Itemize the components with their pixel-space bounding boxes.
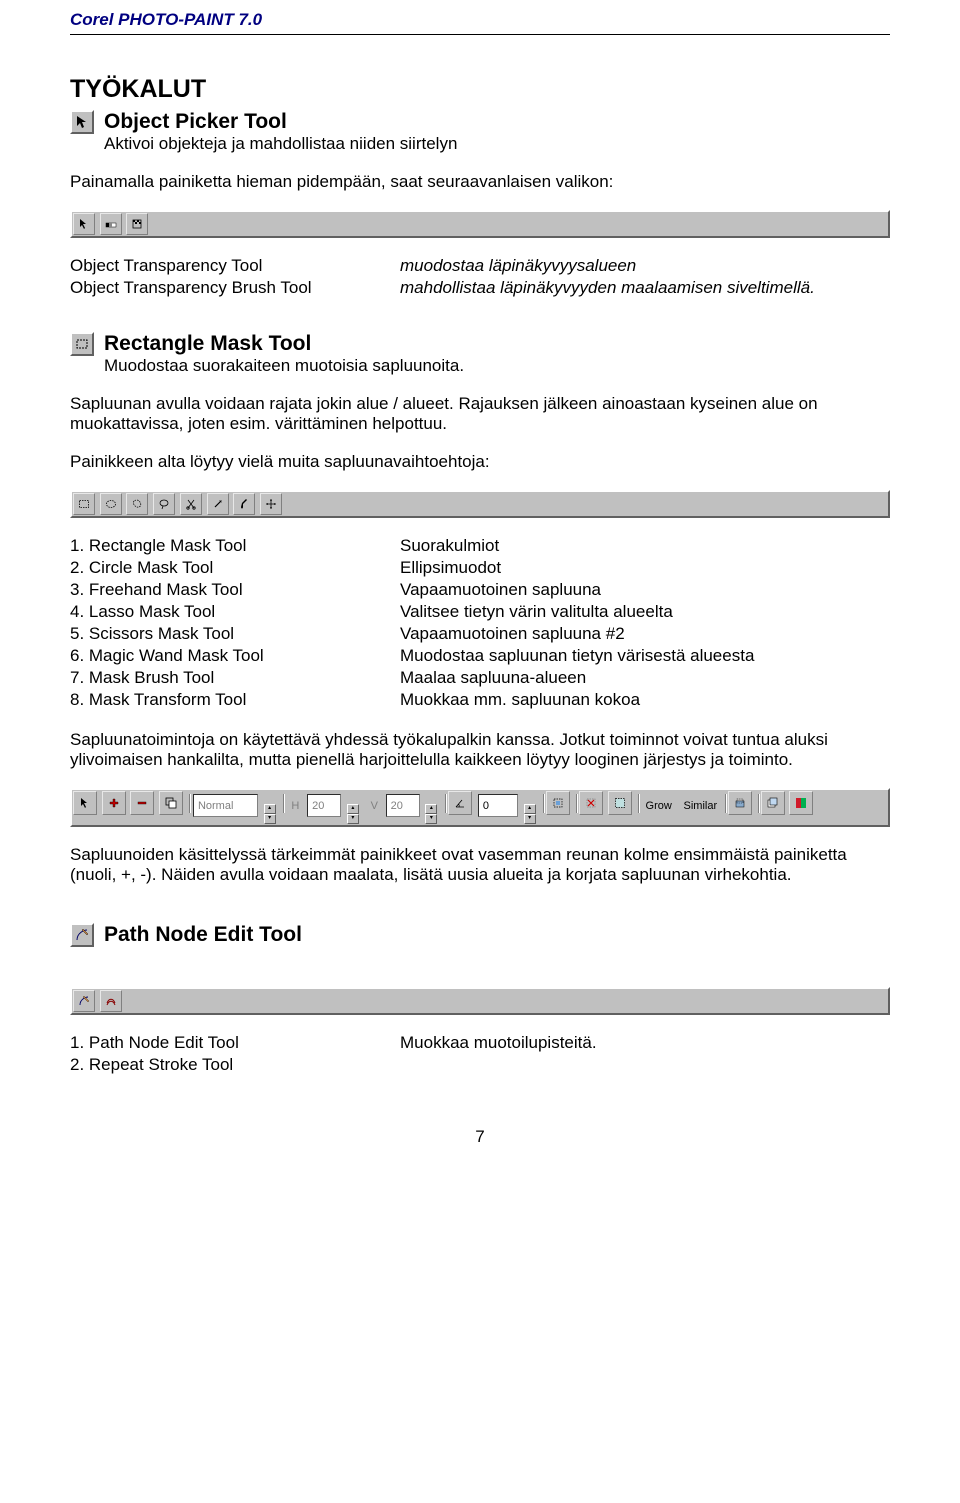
float-mask-icon[interactable]	[728, 791, 752, 815]
table-row: Object Transparency Brush Tool mahdollis…	[70, 278, 890, 300]
mode-combo[interactable]: Normal	[193, 794, 258, 817]
list-item: 8. Mask Transform ToolMuokkaa mm. sapluu…	[70, 690, 890, 712]
transparency-icon	[100, 213, 122, 235]
row-right: mahdollistaa läpinäkyvyyden maalaamisen …	[400, 278, 890, 300]
h-label: H	[286, 797, 301, 812]
object-picker-icon	[70, 110, 94, 134]
spinner-icon[interactable]: ▴▾	[524, 804, 536, 824]
mask-transform-icon	[260, 493, 282, 515]
spinner-icon[interactable]: ▴▾	[347, 804, 359, 824]
repeat-stroke-icon	[100, 990, 122, 1012]
rectangle-mask-icon	[70, 332, 94, 356]
object-picker-title: Object Picker Tool	[104, 110, 457, 134]
freehand-mask-icon	[126, 493, 148, 515]
mode-arrow-icon[interactable]	[73, 791, 97, 815]
sapluuna-paragraph-1: Sapluunan avulla voidaan rajata jokin al…	[70, 394, 890, 434]
row-right: muodostaa läpinäkyvyysalueen	[400, 256, 890, 278]
grow-button[interactable]: Grow	[641, 797, 674, 812]
path-tools-list: 1. Path Node Edit ToolMuokkaa muotoilupi…	[70, 1033, 890, 1077]
sapluuna-paragraph-3: Sapluunatoimintoja on käytettävä yhdessä…	[70, 730, 890, 770]
path-node-title: Path Node Edit Tool	[104, 923, 302, 947]
feather-icon[interactable]	[546, 791, 570, 815]
circle-mask-icon	[100, 493, 122, 515]
mask-all-icon[interactable]	[608, 791, 632, 815]
path-tools-flyout	[70, 987, 890, 1015]
h-value[interactable]: 20	[307, 794, 341, 817]
mask-property-bar: Normal ▴▾ H 20 ▴▾ V 20 ▴▾ 0 ▴▾ Grow Simi…	[70, 788, 890, 827]
list-item: 6. Magic Wand Mask ToolMuodostaa sapluun…	[70, 646, 890, 668]
page-number: 7	[70, 1127, 890, 1147]
press-longer-text: Painamalla painiketta hieman pidempään, …	[70, 172, 890, 192]
angle-icon	[448, 791, 472, 815]
mask-tools-flyout	[70, 490, 890, 518]
list-item: 2. Repeat Stroke Tool	[70, 1055, 890, 1077]
list-item: 7. Mask Brush ToolMaalaa sapluuna-alueen	[70, 668, 890, 690]
list-item: 4. Lasso Mask ToolValitsee tietyn värin …	[70, 602, 890, 624]
transparency-table: Object Transparency Tool muodostaa läpin…	[70, 256, 890, 300]
sapluuna-paragraph-2: Painikkeen alta löytyy vielä muita saplu…	[70, 452, 890, 472]
rectangle-mask-title: Rectangle Mask Tool	[104, 332, 464, 356]
v-value[interactable]: 20	[386, 794, 420, 817]
list-item: 5. Scissors Mask ToolVapaamuotoinen sapl…	[70, 624, 890, 646]
rect-mask-icon	[73, 493, 95, 515]
row-left: Object Transparency Tool	[70, 256, 400, 278]
similar-button[interactable]: Similar	[679, 797, 720, 812]
rectangle-mask-desc: Muodostaa suorakaiteen muotoisia sapluun…	[104, 356, 464, 376]
list-item: 3. Freehand Mask ToolVapaamuotoinen sapl…	[70, 580, 890, 602]
spinner-icon[interactable]: ▴▾	[264, 804, 276, 824]
arrow-icon	[73, 213, 95, 235]
create-object-icon[interactable]	[761, 791, 785, 815]
header-rule	[70, 34, 890, 35]
angle-value[interactable]: 0	[478, 794, 518, 817]
lasso-mask-icon	[153, 493, 175, 515]
table-row: Object Transparency Tool muodostaa läpin…	[70, 256, 890, 278]
list-item: 2. Circle Mask ToolEllipsimuodot	[70, 558, 890, 580]
mode-minus-icon[interactable]	[130, 791, 154, 815]
mode-xor-icon[interactable]	[159, 791, 183, 815]
document-header: Corel PHOTO-PAINT 7.0	[70, 10, 890, 30]
section-tyokalut-title: TYÖKALUT	[70, 75, 890, 104]
path-node-edit-icon	[70, 923, 94, 947]
magic-wand-icon	[207, 493, 229, 515]
sapluuna-paragraph-4: Sapluunoiden käsittelyssä tärkeimmät pai…	[70, 845, 890, 885]
mask-tools-list: 1. Rectangle Mask ToolSuorakulmiot 2. Ci…	[70, 536, 890, 712]
object-picker-flyout	[70, 210, 890, 238]
list-item: 1. Rectangle Mask ToolSuorakulmiot	[70, 536, 890, 558]
transparency-brush-icon	[126, 213, 148, 235]
spinner-icon[interactable]: ▴▾	[425, 804, 437, 824]
color-swatch-icon[interactable]	[789, 791, 813, 815]
row-left: Object Transparency Brush Tool	[70, 278, 400, 300]
scissors-mask-icon	[180, 493, 202, 515]
mask-brush-icon	[233, 493, 255, 515]
remove-mask-icon[interactable]	[579, 791, 603, 815]
mode-plus-icon[interactable]	[102, 791, 126, 815]
object-picker-desc: Aktivoi objekteja ja mahdollistaa niiden…	[104, 134, 457, 154]
path-node-edit-icon	[73, 990, 95, 1012]
v-label: V	[366, 797, 380, 812]
list-item: 1. Path Node Edit ToolMuokkaa muotoilupi…	[70, 1033, 890, 1055]
